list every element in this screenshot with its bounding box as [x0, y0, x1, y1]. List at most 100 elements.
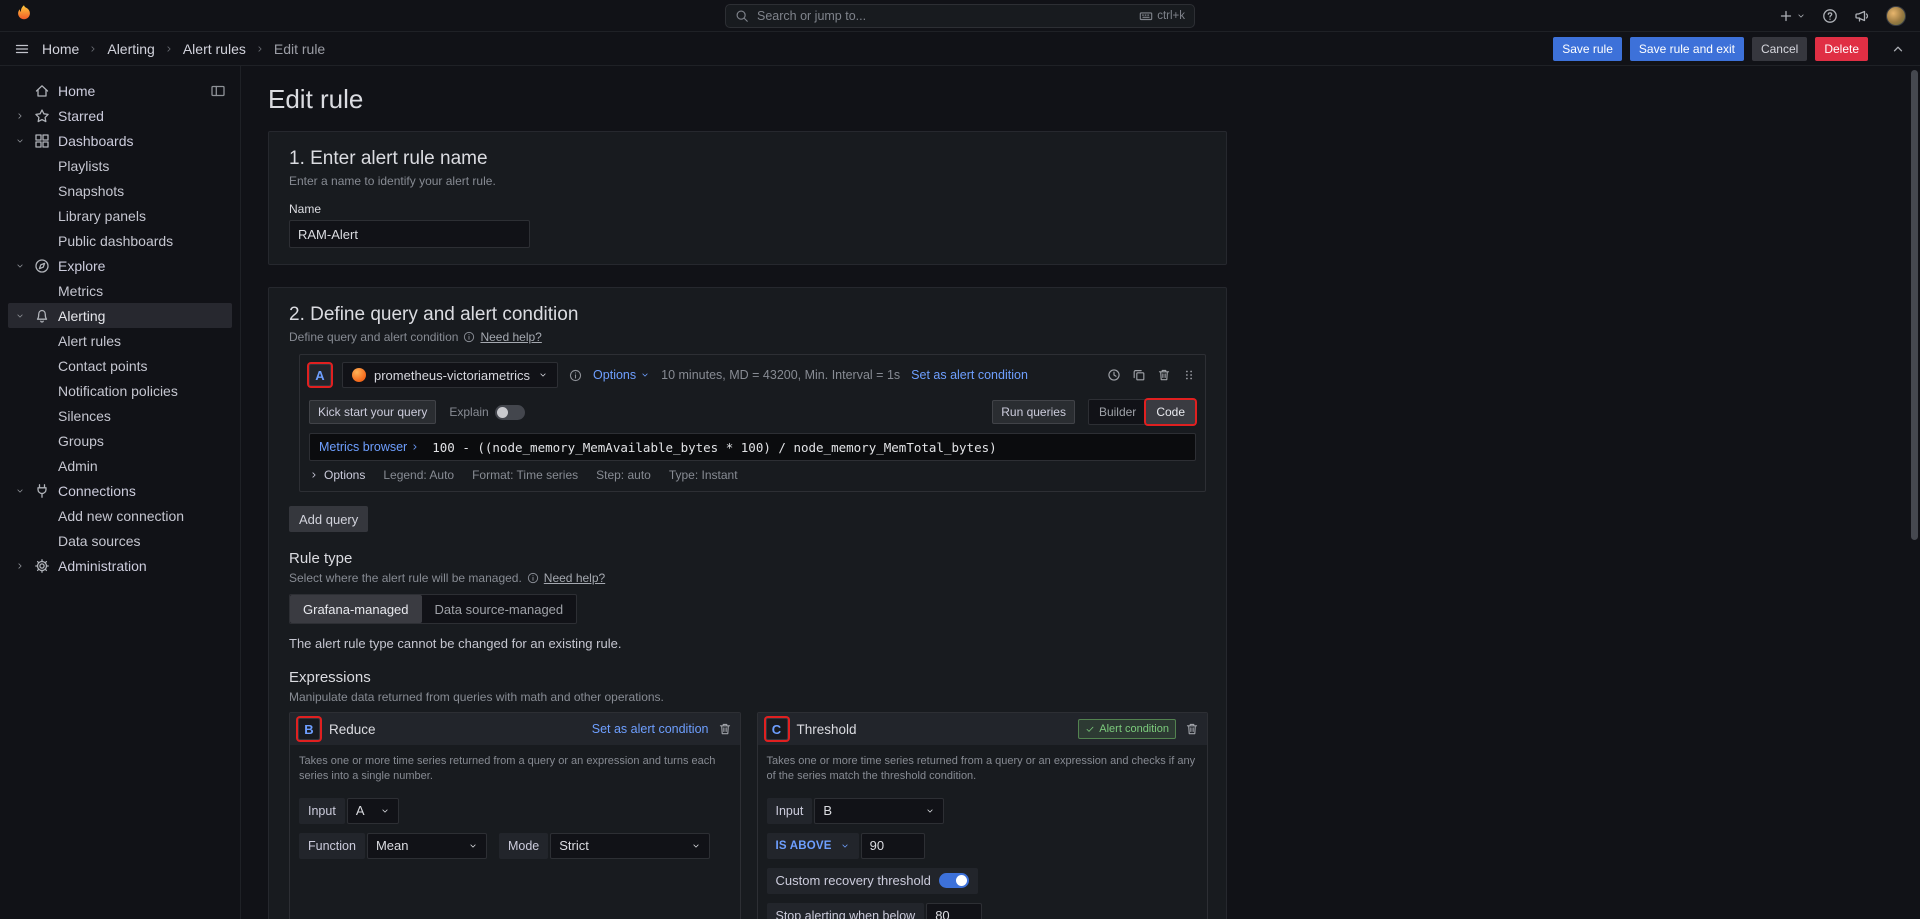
query-toolbar: Kick start your query Explain Run querie…: [309, 399, 1196, 425]
sidebar-item-playlists[interactable]: Playlists: [8, 153, 232, 178]
sidebar-item-contact-points[interactable]: Contact points: [8, 353, 232, 378]
kick-start-query-button[interactable]: Kick start your query: [309, 400, 436, 424]
collapse-top-button[interactable]: [1890, 41, 1906, 57]
sidebar-item-data-sources[interactable]: Data sources: [8, 528, 232, 553]
query-ref-badge-a[interactable]: A: [309, 364, 331, 386]
breadcrumb-alerting[interactable]: Alerting: [107, 41, 154, 57]
news-button[interactable]: [1854, 8, 1870, 24]
grafana-managed-option[interactable]: Grafana-managed: [290, 595, 422, 623]
sidebar-item-admin[interactable]: Admin: [8, 453, 232, 478]
trash-icon[interactable]: [718, 722, 732, 736]
recovery-threshold-toggle[interactable]: [939, 873, 969, 888]
chevron-right-icon: [309, 470, 319, 480]
query-editor-card: A prometheus-victoriametrics Options 10 …: [299, 354, 1206, 492]
step2-title: 2. Define query and alert condition: [289, 304, 1206, 326]
vertical-scrollbar[interactable]: [1911, 70, 1918, 540]
threshold-value-input[interactable]: [861, 833, 925, 859]
reduce-function-select[interactable]: Mean: [367, 833, 487, 859]
sidebar-item-library-panels[interactable]: Library panels: [8, 203, 232, 228]
breadcrumb-alert-rules[interactable]: Alert rules: [183, 41, 246, 57]
user-avatar[interactable]: [1886, 6, 1906, 26]
chevron-down-icon[interactable]: [15, 311, 25, 321]
sidebar-item-notification-policies[interactable]: Notification policies: [8, 378, 232, 403]
breadcrumb-edit-rule: Edit rule: [274, 41, 325, 57]
reduce-header: B Reduce Set as alert condition: [290, 713, 740, 745]
query-options-toggle[interactable]: Options: [593, 368, 650, 382]
reduce-mode-select[interactable]: Strict: [550, 833, 710, 859]
need-help-link[interactable]: Need help?: [544, 571, 605, 585]
reduce-input-select[interactable]: A: [347, 798, 399, 824]
chevron-right-icon[interactable]: [15, 111, 25, 121]
datasource-picker[interactable]: prometheus-victoriametrics: [342, 362, 558, 388]
need-help-link[interactable]: Need help?: [480, 330, 541, 344]
search-box[interactable]: ctrl+k: [725, 4, 1195, 28]
help-button[interactable]: [1822, 8, 1838, 24]
trash-icon[interactable]: [1185, 722, 1199, 736]
alert-condition-badge: Alert condition: [1078, 719, 1176, 739]
sidebar-item-administration[interactable]: Administration: [8, 553, 232, 578]
dock-sidebar-icon[interactable]: [210, 83, 226, 99]
chevron-down-icon[interactable]: [15, 136, 25, 146]
mode-label: Mode: [499, 833, 548, 859]
sidebar-item-dashboards[interactable]: Dashboards: [8, 128, 232, 153]
trash-icon[interactable]: [1157, 368, 1171, 382]
sidebar-item-public-dashboards[interactable]: Public dashboards: [8, 228, 232, 253]
news-icon: [1854, 8, 1870, 24]
data-source-managed-option[interactable]: Data source-managed: [422, 595, 577, 623]
sidebar-item-snapshots[interactable]: Snapshots: [8, 178, 232, 203]
duplicate-icon[interactable]: [1132, 368, 1146, 382]
drag-handle-icon[interactable]: [1182, 368, 1196, 382]
sidebar-item-alerting[interactable]: Alerting: [8, 303, 232, 328]
set-alert-condition-link[interactable]: Set as alert condition: [592, 722, 709, 736]
reduce-body: Takes one or more time series returned f…: [290, 745, 740, 870]
chevron-down-icon[interactable]: [15, 261, 25, 271]
threshold-ref-badge-c[interactable]: C: [766, 718, 788, 740]
threshold-title: Threshold: [797, 722, 857, 737]
add-query-button[interactable]: Add query: [289, 506, 368, 532]
set-alert-condition-link[interactable]: Set as alert condition: [911, 368, 1028, 382]
new-menu-button[interactable]: [1778, 8, 1806, 24]
sidebar-item-starred[interactable]: Starred: [8, 103, 232, 128]
step2-subtitle: Define query and alert condition: [289, 330, 458, 344]
explain-toggle[interactable]: [495, 405, 525, 420]
promql-expression-input[interactable]: 100 - ((node_memory_MemAvailable_bytes *…: [432, 440, 996, 455]
sidebar-item-label: Administration: [58, 558, 226, 574]
sidebar-item-label: Starred: [58, 108, 226, 124]
topbar-actions: [1778, 6, 1906, 26]
metrics-browser-toggle[interactable]: Metrics browser: [319, 440, 420, 454]
sidebar-item-connections[interactable]: Connections: [8, 478, 232, 503]
shortcut-label: ctrl+k: [1157, 10, 1185, 22]
cancel-button[interactable]: Cancel: [1752, 37, 1807, 61]
sidebar-item-groups[interactable]: Groups: [8, 428, 232, 453]
chevron-down-icon[interactable]: [15, 486, 25, 496]
query-options-expander[interactable]: Options: [309, 468, 365, 482]
rule-name-input[interactable]: [289, 220, 530, 248]
history-icon[interactable]: [1107, 368, 1121, 382]
sidebar-item-metrics[interactable]: Metrics: [8, 278, 232, 303]
custom-recovery-threshold-field: Custom recovery threshold: [767, 868, 978, 894]
chevron-right-icon[interactable]: [15, 561, 25, 571]
search-input[interactable]: [757, 9, 1131, 23]
threshold-input-select[interactable]: B: [814, 798, 944, 824]
recovery-threshold-input[interactable]: [926, 903, 982, 919]
sidebar-item-alert-rules[interactable]: Alert rules: [8, 328, 232, 353]
threshold-condition-select[interactable]: IS ABOVE: [767, 833, 859, 859]
builder-mode-option[interactable]: Builder: [1089, 400, 1146, 424]
run-queries-button[interactable]: Run queries: [992, 400, 1075, 424]
menu-toggle-button[interactable]: [14, 41, 30, 57]
reduce-title: Reduce: [329, 722, 376, 737]
sidebar-item-home[interactable]: Home: [8, 78, 232, 103]
expressions-subtitle: Manipulate data returned from queries wi…: [289, 690, 664, 704]
grafana-logo-icon[interactable]: [14, 4, 34, 27]
sidebar-item-add-new-connection[interactable]: Add new connection: [8, 503, 232, 528]
save-rule-button[interactable]: Save rule: [1553, 37, 1622, 61]
sidebar-item-explore[interactable]: Explore: [8, 253, 232, 278]
chevron-down-icon: [538, 370, 548, 380]
delete-button[interactable]: Delete: [1815, 37, 1868, 61]
code-mode-option[interactable]: Code: [1146, 400, 1195, 424]
breadcrumb-home[interactable]: Home: [42, 41, 79, 57]
hamburger-icon: [14, 41, 30, 57]
sidebar-item-silences[interactable]: Silences: [8, 403, 232, 428]
save-rule-and-exit-button[interactable]: Save rule and exit: [1630, 37, 1744, 61]
reduce-ref-badge-b[interactable]: B: [298, 718, 320, 740]
